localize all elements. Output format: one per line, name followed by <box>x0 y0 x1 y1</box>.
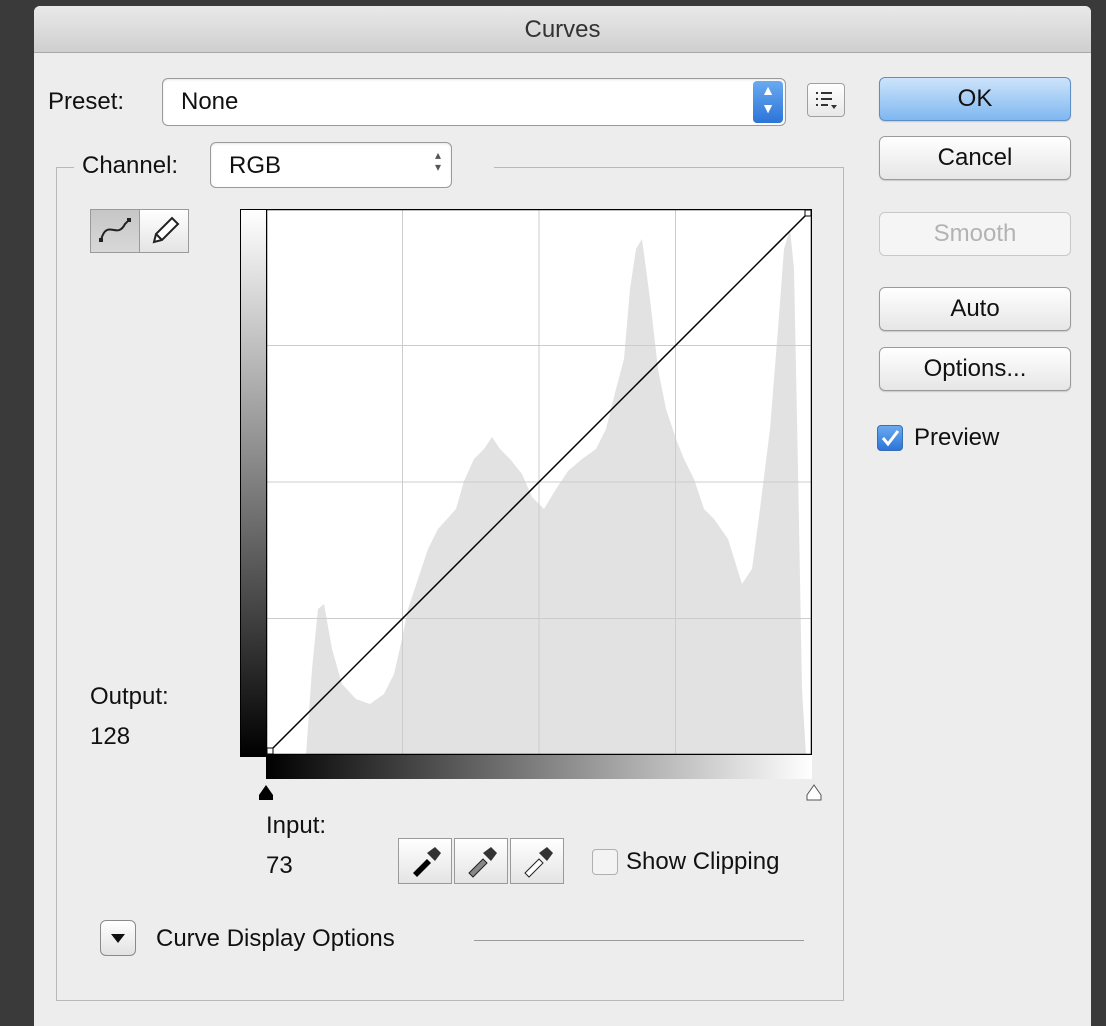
preset-select[interactable]: None ▲ ▼ <box>162 78 786 126</box>
preset-value: None <box>181 88 239 115</box>
curve-point-icon <box>99 218 131 242</box>
title-bar: Curves <box>34 6 1091 53</box>
curves-graph[interactable] <box>266 209 812 755</box>
checkmark-icon <box>881 430 900 447</box>
black-point-handle[interactable] <box>266 747 274 755</box>
input-gradient-bar <box>266 755 812 779</box>
auto-button[interactable]: Auto <box>879 287 1071 331</box>
white-point-slider[interactable] <box>804 782 824 802</box>
list-menu-icon[interactable] <box>807 83 845 117</box>
disclosure-triangle-icon <box>111 934 125 943</box>
gray-eyedropper-icon <box>468 847 497 878</box>
curves-dialog: Curves Preset: None ▲ ▼ OK Cancel Smooth … <box>34 6 1091 1026</box>
smooth-button[interactable]: Smooth <box>879 212 1071 256</box>
channel-label: Channel: <box>82 152 179 179</box>
curve-edit-button[interactable] <box>90 209 140 253</box>
options-button[interactable]: Options... <box>879 347 1071 391</box>
black-eyedropper-icon <box>413 847 441 877</box>
channel-value: RGB <box>229 152 282 179</box>
preset-label: Preset: <box>48 88 125 115</box>
cancel-button[interactable]: Cancel <box>879 136 1071 180</box>
curve-display-toggle[interactable] <box>100 920 136 956</box>
gray-eyedropper-button[interactable] <box>454 838 508 884</box>
output-gradient-bar <box>240 209 268 757</box>
white-eyedropper-icon <box>524 847 553 878</box>
pencil-button[interactable] <box>139 209 189 253</box>
curve-display-label: Curve Display Options <box>156 925 395 952</box>
black-point-slider[interactable] <box>256 782 276 802</box>
input-value: 73 <box>266 852 293 879</box>
output-value: 128 <box>90 723 131 750</box>
divider <box>474 940 804 941</box>
white-point-handle[interactable] <box>804 209 812 217</box>
channel-stepper-icon: ▴ ▾ <box>434 148 441 174</box>
show-clipping-label: Show Clipping <box>626 848 780 875</box>
channel-select[interactable]: RGB ▴ ▾ <box>210 142 452 188</box>
white-eyedropper-button[interactable] <box>510 838 564 884</box>
show-clipping-checkbox[interactable] <box>592 849 618 875</box>
output-label: Output: <box>90 683 169 710</box>
pencil-icon <box>152 216 180 244</box>
preset-stepper-icon: ▲ ▼ <box>753 81 783 123</box>
black-eyedropper-button[interactable] <box>398 838 452 884</box>
preview-checkbox[interactable] <box>877 425 903 451</box>
input-label: Input: <box>266 812 327 839</box>
preview-label: Preview <box>914 424 1000 451</box>
dialog-title: Curves <box>524 16 601 43</box>
ok-button[interactable]: OK <box>879 77 1071 121</box>
